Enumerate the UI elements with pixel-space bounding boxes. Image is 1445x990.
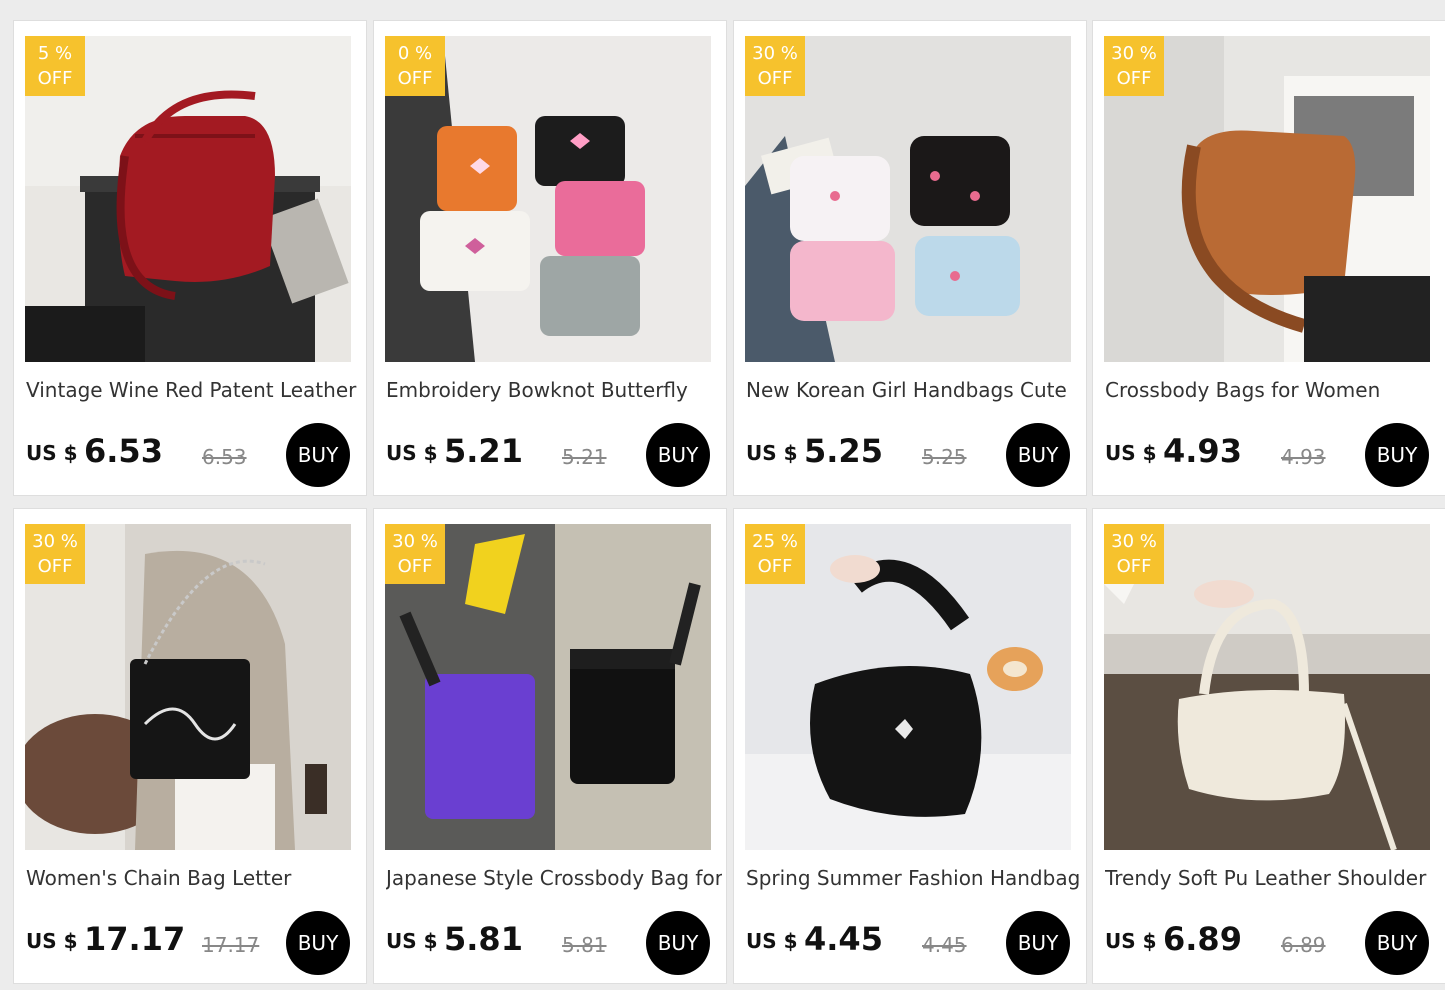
product-image[interactable]: 30 % OFF: [385, 524, 711, 850]
sale-price: 4.45: [804, 920, 883, 958]
discount-badge: 25 % OFF: [745, 524, 805, 584]
sale-price: 6.53: [84, 432, 163, 470]
discount-badge: 0 % OFF: [385, 36, 445, 96]
discount-badge: 30 % OFF: [745, 36, 805, 96]
discount-badge: 30 % OFF: [1104, 524, 1164, 584]
currency-label: US $: [386, 929, 438, 953]
product-image[interactable]: 30 % OFF: [25, 524, 351, 850]
currency-label: US $: [26, 441, 78, 465]
currency-label: US $: [746, 441, 798, 465]
original-price: 4.45: [922, 933, 967, 957]
currency-label: US $: [386, 441, 438, 465]
product-card[interactable]: 25 % OFF Spring Summer Fashion Handbag U…: [733, 508, 1087, 984]
product-title[interactable]: Spring Summer Fashion Handbag: [746, 866, 1082, 890]
product-image[interactable]: 25 % OFF: [745, 524, 1071, 850]
product-title[interactable]: New Korean Girl Handbags Cute: [746, 378, 1082, 402]
product-grid: 5 % OFF Vintage Wine Red Patent Leather …: [0, 0, 1445, 990]
buy-button[interactable]: BUY: [1006, 911, 1070, 975]
product-card[interactable]: 30 % OFF Japanese Style Crossbody Bag fo…: [373, 508, 727, 984]
original-price: 6.89: [1281, 933, 1326, 957]
buy-button[interactable]: BUY: [286, 423, 350, 487]
product-image[interactable]: 30 % OFF: [1104, 524, 1430, 850]
discount-badge: 30 % OFF: [385, 524, 445, 584]
sale-price: 4.93: [1163, 432, 1242, 470]
buy-button[interactable]: BUY: [286, 911, 350, 975]
sale-price: 5.81: [444, 920, 523, 958]
original-price: 4.93: [1281, 445, 1326, 469]
discount-badge: 30 % OFF: [1104, 36, 1164, 96]
product-image[interactable]: 30 % OFF: [1104, 36, 1430, 362]
buy-button[interactable]: BUY: [646, 423, 710, 487]
product-title[interactable]: Women's Chain Bag Letter: [26, 866, 362, 890]
discount-badge: 30 % OFF: [25, 524, 85, 584]
product-card[interactable]: 0 % OFF Embroidery Bowknot Butterfly US …: [373, 20, 727, 496]
buy-button[interactable]: BUY: [1365, 911, 1429, 975]
product-title[interactable]: Embroidery Bowknot Butterfly: [386, 378, 722, 402]
currency-label: US $: [1105, 929, 1157, 953]
product-card[interactable]: 30 % OFF Trendy Soft Pu Leather Shoulder…: [1092, 508, 1445, 984]
product-image[interactable]: 5 % OFF: [25, 36, 351, 362]
product-card[interactable]: 30 % OFF New Korean Girl Handbags Cute U…: [733, 20, 1087, 496]
sale-price: 17.17: [84, 920, 186, 958]
buy-button[interactable]: BUY: [646, 911, 710, 975]
product-title[interactable]: Vintage Wine Red Patent Leather: [26, 378, 362, 402]
original-price: 5.25: [922, 445, 967, 469]
currency-label: US $: [746, 929, 798, 953]
original-price: 17.17: [202, 933, 260, 957]
buy-button[interactable]: BUY: [1006, 423, 1070, 487]
product-image[interactable]: 0 % OFF: [385, 36, 711, 362]
product-image[interactable]: 30 % OFF: [745, 36, 1071, 362]
currency-label: US $: [1105, 441, 1157, 465]
discount-badge: 5 % OFF: [25, 36, 85, 96]
product-card[interactable]: 30 % OFF Women's Chain Bag Letter US $ 1…: [13, 508, 367, 984]
buy-button[interactable]: BUY: [1365, 423, 1429, 487]
product-title[interactable]: Trendy Soft Pu Leather Shoulder: [1105, 866, 1441, 890]
product-title[interactable]: Crossbody Bags for Women: [1105, 378, 1441, 402]
original-price: 6.53: [202, 445, 247, 469]
original-price: 5.21: [562, 445, 607, 469]
original-price: 5.81: [562, 933, 607, 957]
currency-label: US $: [26, 929, 78, 953]
product-card[interactable]: 30 % OFF Crossbody Bags for Women US $ 4…: [1092, 20, 1445, 496]
sale-price: 5.25: [804, 432, 883, 470]
product-title[interactable]: Japanese Style Crossbody Bag for: [386, 866, 722, 890]
sale-price: 6.89: [1163, 920, 1242, 958]
sale-price: 5.21: [444, 432, 523, 470]
product-card[interactable]: 5 % OFF Vintage Wine Red Patent Leather …: [13, 20, 367, 496]
